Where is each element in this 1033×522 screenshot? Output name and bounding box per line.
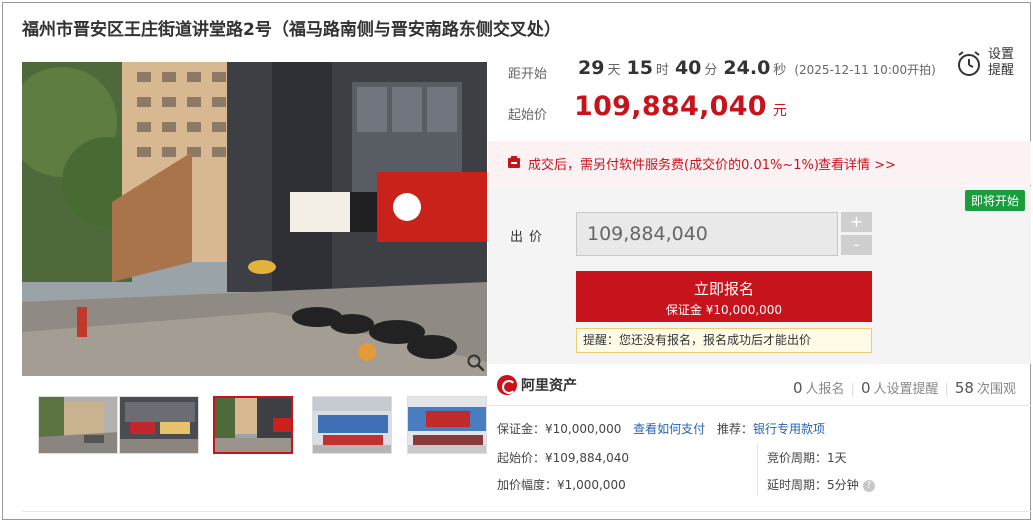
countdown-label: 距开始 [508,67,548,82]
thumbnail-5[interactable] [407,396,487,454]
detail-bid-cycle: 竞价周期：1天 [767,451,847,465]
detail-increment: 加价幅度：¥1,000,000 [497,478,626,492]
reminder-label: 设置 提醒 [988,47,1018,79]
countdown: 29 天 15 时 40 分 24.0 秒 (2025-12-11 10:00开拍) [578,57,936,79]
thumbnail-1[interactable] [38,396,118,454]
days-unit: 天 [607,63,621,78]
alarm-clock-icon [958,51,980,76]
set-reminder-button[interactable]: 设置 提醒 [950,46,1020,82]
hours-unit: 时 [655,63,669,78]
countdown-hours: 15 [626,57,653,79]
bid-amount-input[interactable]: 109,884,040 [576,212,838,256]
countdown-minutes: 40 [674,57,702,79]
minutes-unit: 分 [704,63,718,78]
decrease-bid-button[interactable]: - [841,235,872,255]
bank-payment-link[interactable]: 银行专用款项 [753,422,825,436]
reminder-label-line1: 设置 [988,47,1015,62]
ali-assets-icon [497,374,517,395]
register-button-label: 立即报名 [693,280,754,298]
bid-label: 出价 [510,230,549,245]
service-fee-text: 成交后，需另付软件服务费(成交价的0.01%~1%) [528,158,819,173]
bottom-divider [22,511,1031,512]
start-price-value: 109,884,040 [574,91,767,122]
registration-reminder: 提醒：您还没有报名，报名成功后才能出价 [576,328,872,353]
thumbnail-2[interactable] [119,396,199,454]
divider [488,405,1031,406]
stat-views: 58 次围观 [954,379,1016,397]
countdown-seconds: 24.0 [723,57,771,79]
delay-cycle-text: 延时周期：5分钟 [767,478,859,492]
page-title: 福州市晋安区王庄街道讲堂路2号（福马路南侧与晋安南路东侧交叉处） [22,20,561,40]
reminder-label-line2: 提醒 [988,63,1015,78]
column-divider [757,444,758,496]
status-badge: 即将开始 [965,190,1026,211]
help-question-icon[interactable]: ? [862,479,875,492]
service-fee-notice: 成交后，需另付软件服务费(成交价的0.01%~1%) 查看详情 >> [488,141,1031,185]
start-price: 109,884,040 元 [574,91,787,122]
deposit-amount-label: 保证金 ¥10,000,000 [665,303,783,317]
auction-start-time: (2025-12-11 10:00开拍) [794,63,936,77]
thumbnail-strip [22,396,487,456]
deposit-info: 保证金：¥10,000,000 查看如何支付 推荐：银行专用款项 [497,420,825,437]
deposit-text: 保证金：¥10,000,000 [497,422,622,436]
platform-logo: 阿里资产 [497,374,577,395]
how-to-pay-link[interactable]: 查看如何支付 [633,422,705,436]
thumbnail-4[interactable] [312,396,392,454]
start-price-unit: 元 [772,103,787,119]
stat-reminders: 0 人设置提醒 [860,379,939,397]
detail-delay-cycle: 延时周期：5分钟? [767,476,875,493]
main-photo[interactable] [22,62,487,376]
thumbnail-3[interactable] [213,396,293,454]
start-price-label: 起始价 [508,108,548,123]
increase-bid-button[interactable]: + [841,212,872,232]
zoom-icon[interactable] [466,353,486,373]
countdown-days: 29 [578,57,605,79]
fee-tag-icon [508,156,520,168]
detail-start-price: 起始价：¥109,884,040 [497,451,629,465]
register-now-button[interactable]: 立即报名 保证金 ¥10,000,000 [576,271,872,322]
seconds-unit: 秒 [773,63,787,78]
auction-stats: 0 人报名 | 0 人设置提醒 | 58 次围观 [792,379,1016,397]
recommend-label: 推荐： [717,422,754,436]
platform-name: 阿里资产 [521,377,577,394]
view-details-link[interactable]: 查看详情 >> [818,154,896,173]
stat-registered: 0 人报名 [792,379,845,397]
